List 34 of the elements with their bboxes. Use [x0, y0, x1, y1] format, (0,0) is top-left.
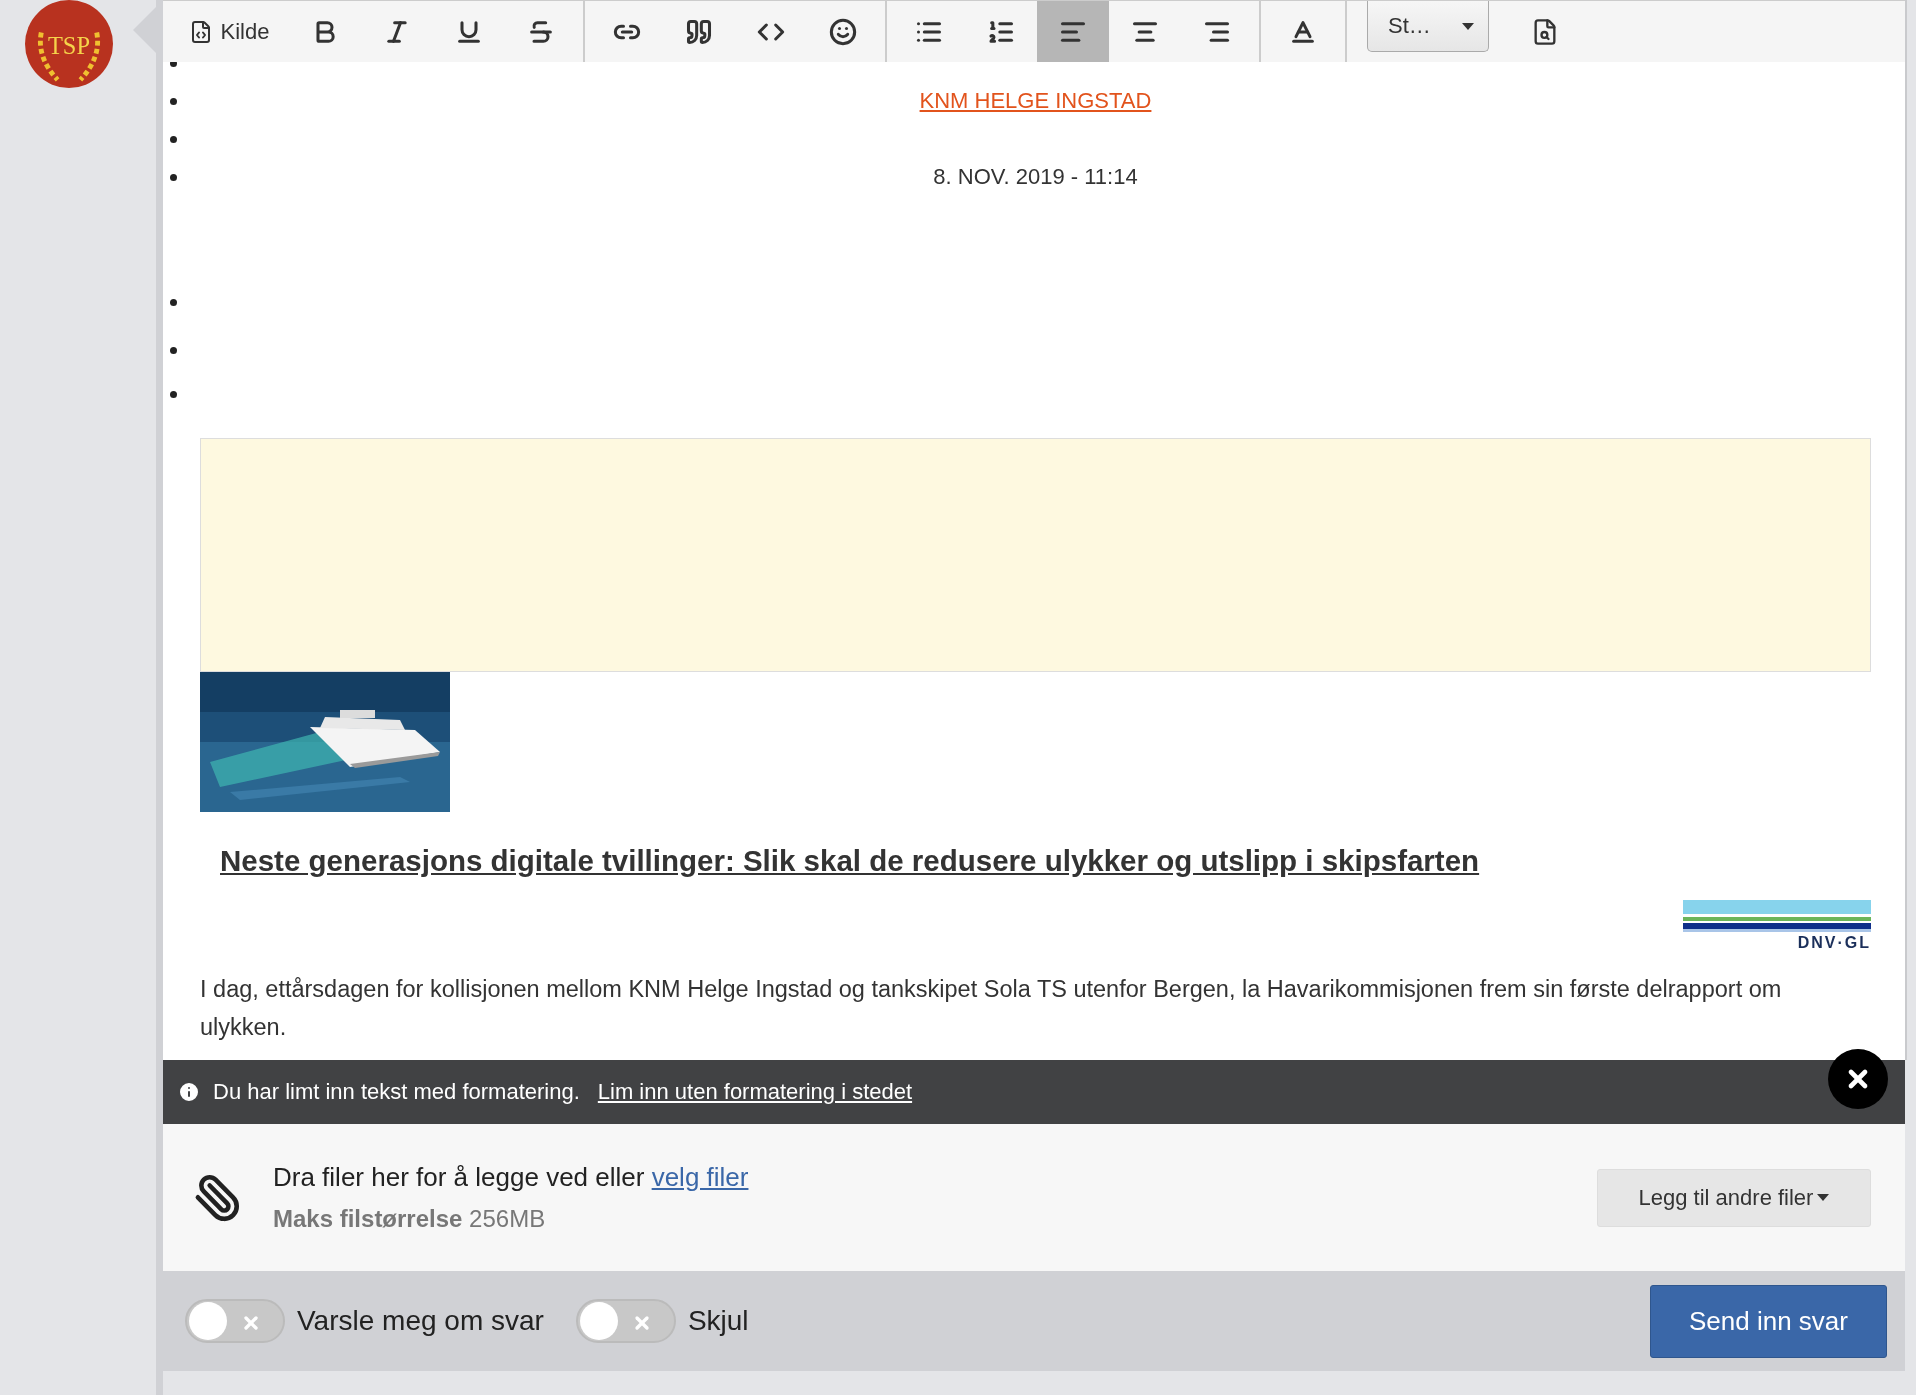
bullet-dot: [170, 62, 177, 67]
toggle-switch[interactable]: [575, 1299, 676, 1343]
headline-link[interactable]: KNM HELGE INGSTAD: [919, 88, 1152, 114]
caret-icon: [1817, 1194, 1830, 1201]
max-size-text: Maks filstørrelse 256MB: [273, 1205, 547, 1233]
bullet-dot: [170, 390, 177, 398]
caret-icon: [1462, 22, 1474, 30]
paste-plain-link[interactable]: Lim inn uten formatering i stedet: [597, 1079, 913, 1105]
add-files-button[interactable]: Legg til andre filer: [1597, 1168, 1871, 1227]
toggle-label: Varsle meg om svar: [297, 1305, 544, 1337]
submit-button[interactable]: Send inn svar: [1650, 1284, 1887, 1358]
source-button[interactable]: Kilde: [169, 1, 289, 62]
info-icon: [177, 1080, 201, 1104]
article-title-link[interactable]: Neste generasjons digitale tvillinger: Slik skal de redusere ulykker og utslipp i skipsfarten: [220, 844, 1871, 878]
off-icon: [241, 1313, 261, 1333]
quote-icon: [685, 17, 713, 46]
bullet-dot: [170, 173, 177, 181]
emoji-icon: [829, 17, 857, 46]
bullet-dot: [170, 298, 177, 306]
toggle-label: Skjul: [687, 1305, 749, 1337]
bullet-dot: [170, 97, 177, 105]
date-text: 8. NOV. 2019 - 11:14: [933, 164, 1138, 190]
choose-files-link[interactable]: velg filer: [651, 1162, 749, 1192]
styles-dropdown[interactable]: St…: [1367, 1, 1489, 52]
bullet-dot: [170, 346, 177, 354]
notice-text: Du har limt inn tekst med formatering.: [213, 1079, 580, 1105]
align-left-button[interactable]: [1037, 1, 1109, 62]
toggle-switch[interactable]: [185, 1299, 285, 1343]
close-button[interactable]: [1828, 1049, 1888, 1109]
stripes-icon: [1683, 900, 1871, 932]
drop-files-text: Dra filer her for å legge ved eller velg filer: [273, 1162, 750, 1193]
bullet-dot: [170, 135, 177, 143]
article-paragraph: I dag, ettårsdagen for kollisjonen mellom KNM Helge Ingstad og tankskipet Sola TS utenfor Bergen, la Havarikommisjonen frem sin første delrapport om ulykken.: [200, 975, 1783, 1042]
sponsor-name: DNV·GL: [1797, 934, 1871, 952]
